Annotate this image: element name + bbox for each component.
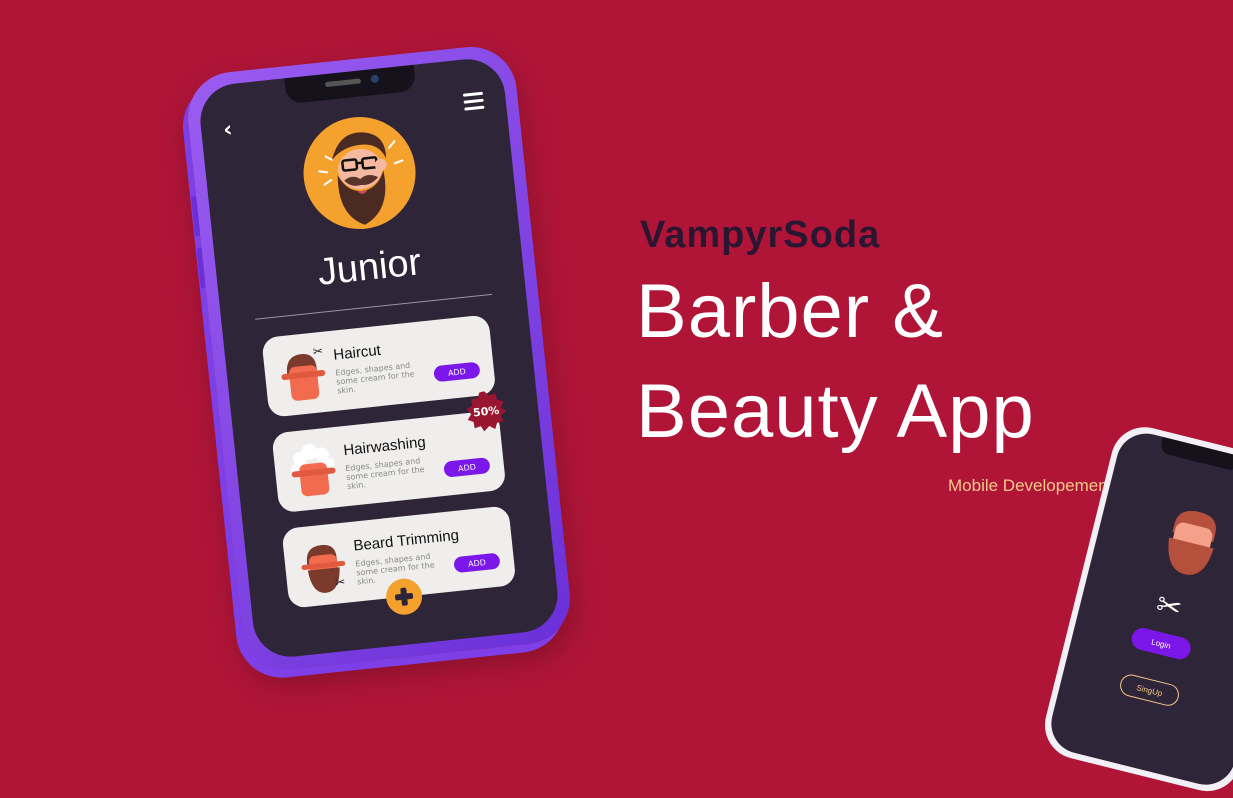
chevron-left-icon[interactable]: ‹ (222, 117, 244, 143)
signup-button[interactable]: SingUp (1117, 672, 1182, 709)
service-card-haircut[interactable]: ✂ Haircut Edges, shapes and some cream f… (261, 314, 497, 418)
scissors-icon: ✂ (334, 574, 346, 590)
scissors-icon: ✂ (312, 343, 324, 359)
hamburger-menu-icon[interactable] (462, 91, 485, 112)
front-camera (370, 74, 380, 84)
add-hairwashing-button[interactable]: ADD (443, 457, 491, 478)
service-description: Edges, shapes and some cream for the ski… (334, 360, 415, 396)
phone-notch (1159, 436, 1233, 472)
service-title: Haircut (332, 341, 382, 364)
phone-screen: ‹ Junior ✂ Haircut Edges, shapes and som… (196, 55, 562, 661)
haircut-illustration (281, 354, 326, 401)
add-haircut-button[interactable]: ADD (433, 361, 481, 383)
headline-line-1: Barber & (636, 269, 944, 354)
service-description: Edges, shapes and some cream for the ski… (344, 456, 426, 491)
user-name: Junior (315, 241, 424, 294)
barber-illustration (1168, 510, 1216, 575)
speaker-grill (324, 78, 362, 88)
add-beard-trimming-button[interactable]: ADD (453, 552, 501, 574)
service-card-hairwashing[interactable]: Hairwashing Edges, shapes and some cream… (271, 410, 506, 514)
subtitle: Mobile Developement (948, 476, 1113, 495)
brand-name: VampyrSoda (640, 214, 881, 256)
login-button[interactable]: Login (1129, 625, 1193, 662)
scissors-icon: ✂ (1152, 586, 1186, 627)
bearded-man-illustration (318, 132, 404, 225)
avatar (298, 111, 422, 235)
hairwashing-illustration (291, 443, 336, 497)
main-phone-mockup: ‹ Junior ✂ Haircut Edges, shapes and som… (183, 42, 575, 674)
service-title: Hairwashing (342, 433, 427, 460)
headline-line-2: Beauty App (636, 369, 1035, 454)
